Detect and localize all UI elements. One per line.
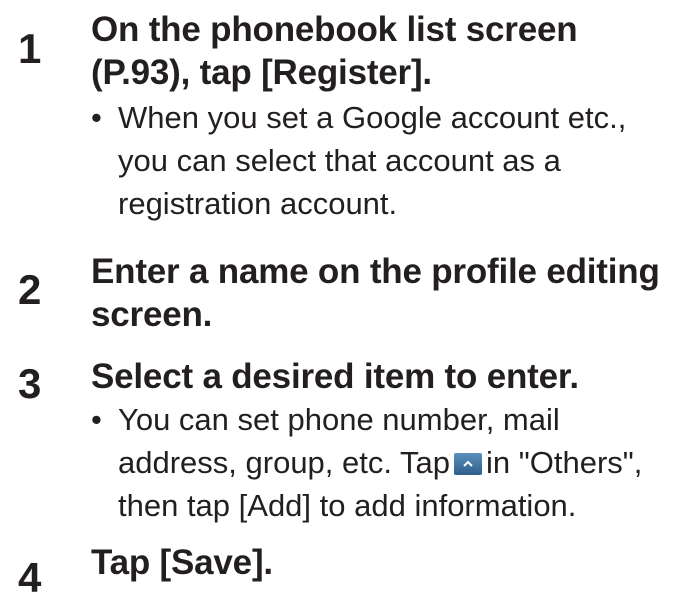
note-line: When you set a Google account etc., (118, 100, 627, 135)
note-line: registration account. (118, 186, 398, 221)
step-title-line: screen. (91, 295, 213, 334)
step-number: 3 (18, 360, 42, 407)
step-title-line: Select a desired item to enter. (91, 357, 579, 396)
expand-up-icon (454, 453, 483, 475)
step-title-line: Enter a name on the profile editing (91, 252, 660, 291)
step-title-line: Tap [Save]. (91, 543, 273, 582)
note-text: in "Others", (486, 445, 643, 480)
step-title: Select a desired item to enter. (91, 355, 671, 398)
step-number: 2 (18, 266, 42, 313)
note-line: then tap [Add] to add information. (118, 488, 577, 523)
step-title-line: (P.93), tap [Register]. (91, 53, 432, 92)
step-number: 4 (18, 554, 42, 596)
bullet-marker: • (91, 402, 102, 437)
step-note: • When you set a Google account etc., you… (91, 96, 675, 225)
bullet-marker: • (91, 100, 102, 135)
note-line: You can set phone number, mail (118, 402, 560, 437)
note-line: you can select that account as a (118, 143, 561, 178)
step-note: • You can set phone number, mail address,… (91, 398, 675, 527)
step-title: Enter a name on the profile editing scre… (91, 250, 671, 336)
step-title-line: On the phonebook list screen (91, 10, 578, 49)
note-text: address, group, etc. Tap (118, 445, 451, 480)
step-title: Tap [Save]. (91, 541, 671, 584)
step-number: 1 (18, 25, 42, 72)
step-title: On the phonebook list screen (P.93), tap… (91, 8, 671, 94)
